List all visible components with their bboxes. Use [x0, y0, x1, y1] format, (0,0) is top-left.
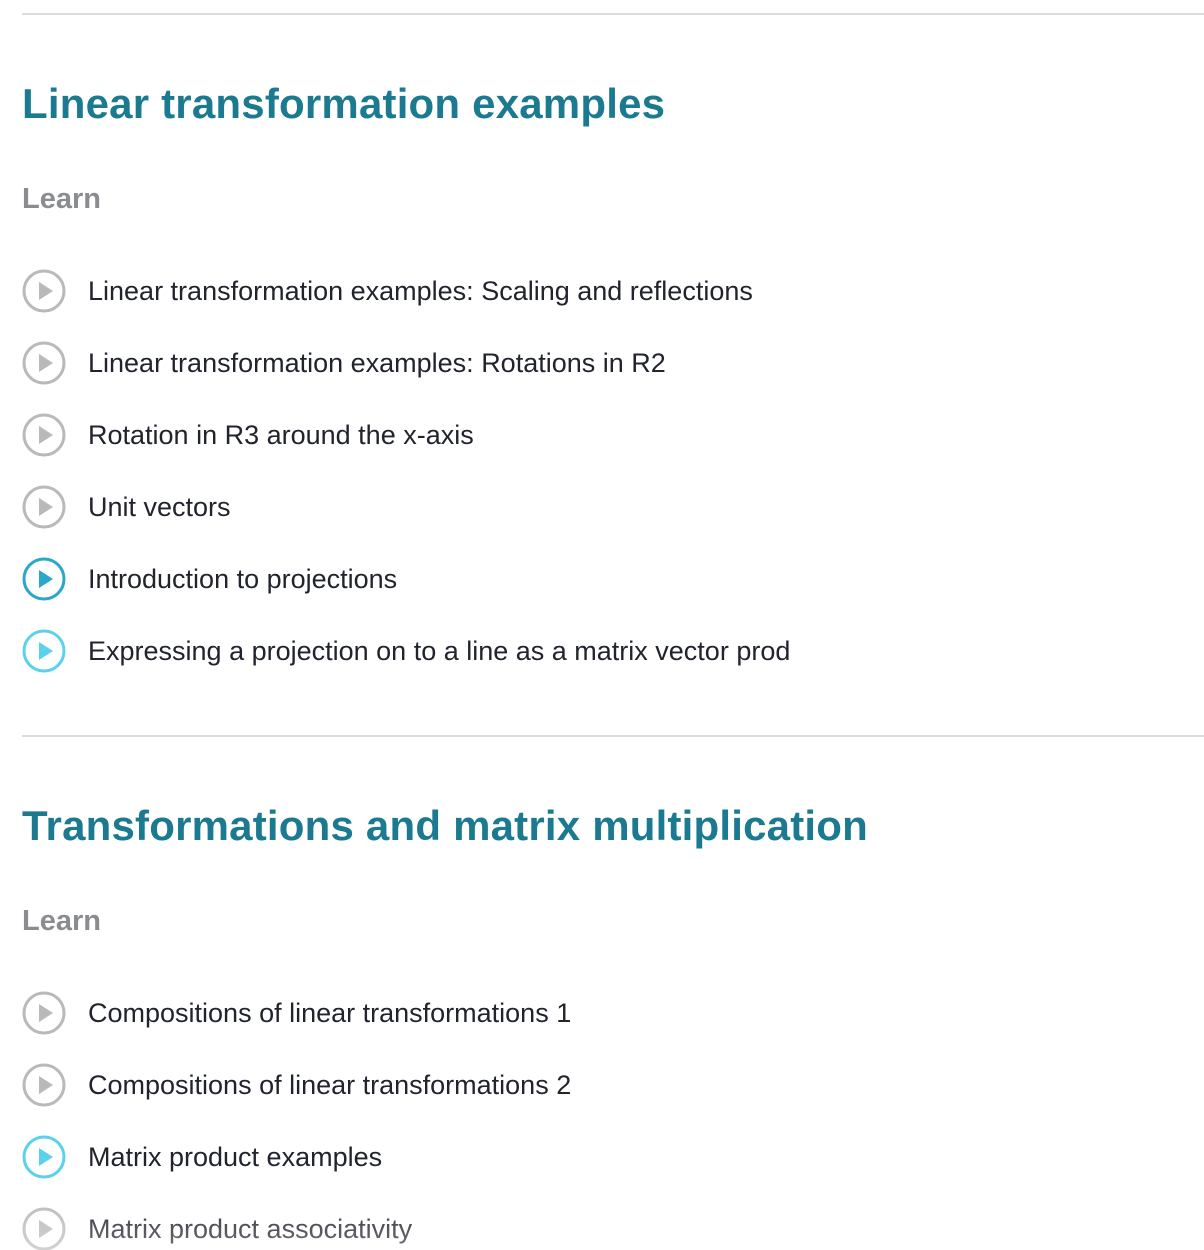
play-icon — [22, 991, 66, 1035]
play-icon — [22, 557, 66, 601]
lesson-title: Linear transformation examples: Rotation… — [88, 347, 666, 378]
lesson-list: Linear transformation examples: Scaling … — [22, 255, 790, 687]
play-icon — [22, 629, 66, 673]
lesson-item[interactable]: Compositions of linear transformations 1 — [22, 977, 571, 1049]
lesson-title: Compositions of linear transformations 1 — [88, 997, 572, 1028]
lesson-title: Unit vectors — [88, 491, 231, 522]
lesson-item[interactable]: Expressing a projection on to a line as … — [22, 615, 790, 687]
lesson-list: Compositions of linear transformations 1… — [22, 977, 571, 1250]
section-label-learn: Learn — [22, 183, 101, 215]
section-title[interactable]: Linear transformation examples — [22, 80, 665, 128]
lesson-item[interactable]: Linear transformation examples: Rotation… — [22, 327, 790, 399]
lesson-item[interactable]: Linear transformation examples: Scaling … — [22, 255, 790, 327]
lesson-item[interactable]: Matrix product examples — [22, 1121, 571, 1193]
play-icon — [22, 1207, 66, 1250]
lesson-item[interactable]: Compositions of linear transformations 2 — [22, 1049, 571, 1121]
play-icon — [22, 269, 66, 313]
play-icon — [22, 1063, 66, 1107]
play-icon — [22, 485, 66, 529]
section-title[interactable]: Transformations and matrix multiplicatio… — [22, 802, 868, 850]
page: Linear transformation examples Learn Lin… — [0, 0, 1204, 1250]
lesson-title: Linear transformation examples: Scaling … — [88, 275, 753, 306]
section-divider — [22, 735, 1204, 737]
lesson-item[interactable]: Introduction to projections — [22, 543, 790, 615]
lesson-title: Matrix product examples — [88, 1141, 383, 1172]
lesson-item[interactable]: Unit vectors — [22, 471, 790, 543]
lesson-item[interactable]: Rotation in R3 around the x-axis — [22, 399, 790, 471]
lesson-item[interactable]: Matrix product associativity — [22, 1193, 571, 1250]
play-icon — [22, 413, 66, 457]
lesson-title: Expressing a projection on to a line as … — [88, 635, 791, 666]
lesson-title: Introduction to projections — [88, 563, 398, 594]
play-icon — [22, 1135, 66, 1179]
section-divider — [22, 13, 1204, 15]
section-label-learn: Learn — [22, 905, 101, 937]
lesson-title: Rotation in R3 around the x-axis — [88, 419, 474, 450]
lesson-title: Compositions of linear transformations 2 — [88, 1069, 572, 1100]
lesson-title: Matrix product associativity — [88, 1213, 413, 1244]
play-icon — [22, 341, 66, 385]
